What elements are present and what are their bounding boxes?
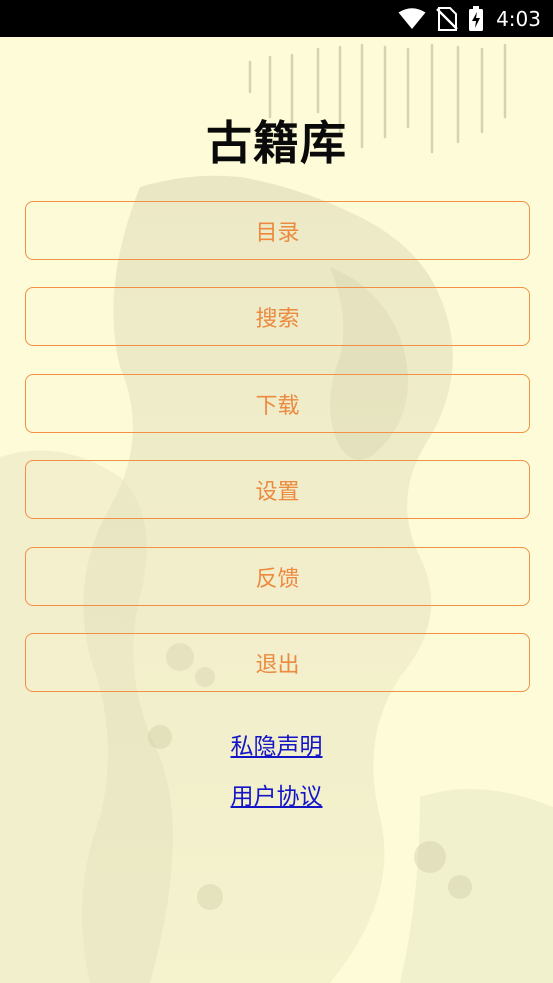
app-title: 古籍库 [206, 116, 347, 170]
user-agreement-link[interactable]: 用户协议 [0, 777, 553, 811]
status-bar: 4:03 [0, 0, 553, 37]
catalog-button[interactable]: 目录 [25, 201, 530, 260]
battery-charging-icon [469, 5, 484, 31]
no-sim-icon [436, 6, 458, 31]
privacy-statement-link[interactable]: 私隐声明 [0, 727, 553, 761]
feedback-button[interactable]: 反馈 [25, 547, 530, 606]
status-icons: 4:03 [398, 0, 541, 37]
exit-button[interactable]: 退出 [25, 633, 530, 692]
main-screen: 古籍库 目录 搜索 下载 设置 反馈 退出 私隐声明 用户协议 [0, 37, 553, 983]
status-time: 4:03 [496, 6, 541, 31]
settings-button[interactable]: 设置 [25, 460, 530, 519]
search-button[interactable]: 搜索 [25, 287, 530, 346]
wifi-icon [398, 7, 426, 29]
download-button[interactable]: 下载 [25, 374, 530, 433]
